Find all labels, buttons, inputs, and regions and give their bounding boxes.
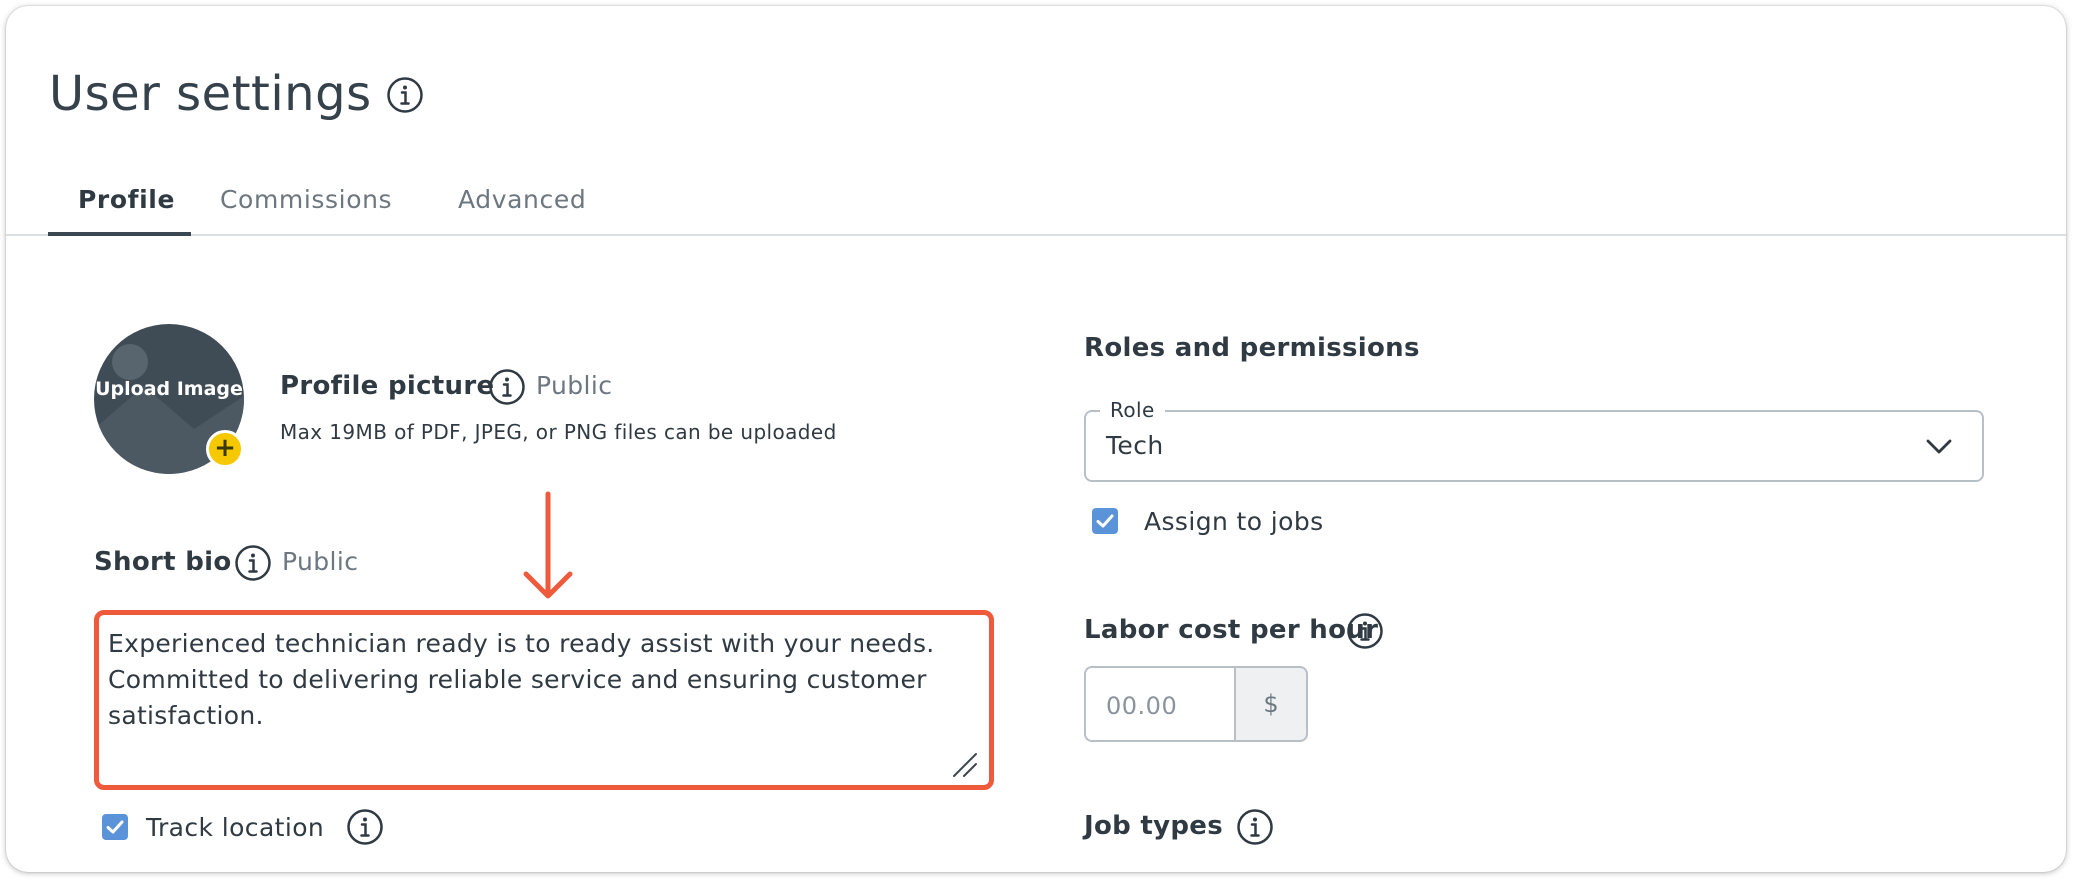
track-location-label[interactable]: Track location [146,812,324,844]
profile-picture-visibility: Public [536,371,613,400]
resize-handle-icon[interactable] [950,750,980,780]
short-bio-info-icon[interactable] [234,544,272,582]
tabs-divider [6,234,2066,236]
job-types-heading: Job types [1084,811,1223,841]
role-select[interactable] [1084,410,1984,482]
currency-addon: $ [1234,666,1308,742]
tab-commissions[interactable]: Commissions [220,184,392,216]
profile-picture-help-text: Max 19MB of PDF, JPEG, or PNG files can … [280,420,837,444]
active-tab-indicator [48,232,191,236]
settings-card: User settings Profile Commissions Advanc… [6,6,2066,872]
short-bio-visibility: Public [282,547,359,576]
assign-to-jobs-checkbox[interactable] [1092,508,1118,534]
profile-picture-heading: Profile picture [280,371,495,401]
page-title: User settings [49,66,372,122]
arrow-down-icon [523,491,573,599]
profile-picture-info-icon[interactable] [488,368,526,406]
roles-heading: Roles and permissions [1084,333,1420,363]
upload-image-label: Upload Image [95,378,243,400]
assign-to-jobs-label[interactable]: Assign to jobs [1144,506,1324,538]
tab-profile[interactable]: Profile [78,184,175,216]
role-field-label: Role [1100,398,1165,422]
labor-cost-heading: Labor cost per hour [1084,615,1379,645]
labor-cost-info-icon[interactable] [1346,612,1384,650]
role-selected-value[interactable]: Tech [1106,430,1164,462]
check-icon [1096,514,1114,528]
short-bio-heading: Short bio [94,547,232,577]
track-location-checkbox[interactable] [102,814,128,840]
plus-icon[interactable]: + [206,430,244,468]
check-icon [106,820,124,834]
short-bio-text[interactable]: Experienced technician ready is to ready… [108,626,988,734]
title-info-icon[interactable] [386,76,424,114]
track-location-info-icon[interactable] [346,808,384,846]
labor-cost-placeholder[interactable]: 00.00 [1106,690,1177,722]
chevron-down-icon[interactable] [1924,434,1954,458]
job-types-info-icon[interactable] [1236,808,1274,846]
tab-advanced[interactable]: Advanced [458,184,586,216]
